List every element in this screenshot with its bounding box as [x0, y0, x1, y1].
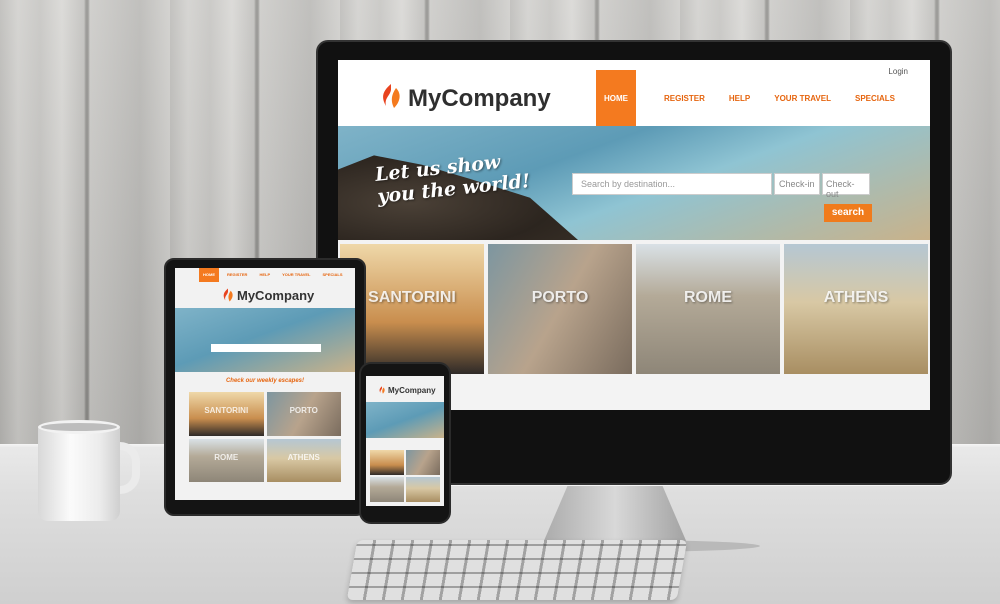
- checkout-field[interactable]: Check-out: [822, 173, 870, 199]
- flame-logo-icon: [223, 288, 233, 302]
- brand-name[interactable]: MyCompany: [408, 85, 551, 113]
- nav-home[interactable]: HOME: [596, 70, 636, 126]
- keyboard: [346, 540, 688, 600]
- tablet-nav-home[interactable]: HOME: [199, 268, 219, 282]
- destination-search-input[interactable]: Search by destination...: [572, 173, 772, 195]
- mug-rim: [38, 420, 120, 434]
- desktop-screen: MyCompany Login HOME REGISTER HELP YOUR …: [338, 60, 930, 410]
- hero-banner: Let us show you the world! Search by des…: [338, 126, 930, 240]
- phone-city-rome[interactable]: [370, 477, 404, 502]
- checkin-field[interactable]: Check-in: [774, 173, 820, 195]
- phone-city-porto[interactable]: [406, 450, 440, 475]
- nav-your-travel[interactable]: YOUR TRAVEL: [762, 70, 843, 126]
- city-label: ROME: [214, 452, 239, 462]
- tablet-brand-name[interactable]: MyCompany: [237, 288, 314, 303]
- city-label: PORTO: [289, 406, 318, 415]
- tablet-city-grid: SANTORINI PORTO ROME ATHENS: [189, 392, 341, 482]
- tablet-search-input[interactable]: [211, 344, 321, 352]
- city-card-porto[interactable]: PORTO: [488, 244, 632, 374]
- tablet-navbar: HOME REGISTER HELP YOUR TRAVEL SPECIALS: [175, 268, 355, 282]
- nav-specials[interactable]: SPECIALS: [843, 70, 907, 126]
- city-card-athens[interactable]: ATHENS: [784, 244, 928, 374]
- main-nav: HOME REGISTER HELP YOUR TRAVEL SPECIALS: [596, 70, 907, 126]
- tablet-city-santorini[interactable]: SANTORINI: [189, 392, 264, 436]
- phone-brand-name[interactable]: MyCompany: [388, 386, 436, 395]
- tablet-section-title: Check our weekly escapes!: [225, 378, 305, 384]
- phone-city-athens[interactable]: [406, 477, 440, 502]
- tablet-city-porto[interactable]: PORTO: [266, 392, 341, 436]
- desktop-navbar: MyCompany Login HOME REGISTER HELP YOUR …: [338, 60, 930, 126]
- nav-help[interactable]: HELP: [717, 70, 762, 126]
- flame-logo-icon: [379, 386, 385, 394]
- phone-hero: [366, 402, 444, 438]
- tablet-city-athens[interactable]: ATHENS: [266, 438, 341, 482]
- nav-register[interactable]: REGISTER: [652, 70, 717, 126]
- city-label: ATHENS: [287, 452, 320, 462]
- tablet-screen: HOME REGISTER HELP YOUR TRAVEL SPECIALS …: [175, 268, 355, 500]
- city-label: PORTO: [531, 289, 589, 306]
- tablet-nav-help[interactable]: HELP: [255, 268, 274, 282]
- city-label: SANTORINI: [204, 406, 249, 415]
- phone-city-santorini[interactable]: [370, 450, 404, 475]
- tablet-hero: [175, 308, 355, 372]
- city-gallery: SANTORINI PORTO ROME ATHENS: [338, 244, 930, 374]
- city-label: ROME: [684, 289, 732, 306]
- phone-city-grid: [370, 450, 440, 502]
- tablet-city-rome[interactable]: ROME: [189, 438, 264, 482]
- tablet-nav-specials[interactable]: SPECIALS: [319, 268, 347, 282]
- phone-screen: MyCompany: [366, 376, 444, 506]
- tablet-nav-your-travel[interactable]: YOUR TRAVEL: [278, 268, 314, 282]
- city-label: ATHENS: [823, 289, 889, 306]
- city-card-rome[interactable]: ROME: [636, 244, 780, 374]
- coffee-mug: [38, 425, 120, 521]
- tablet-nav-register[interactable]: REGISTER: [223, 268, 251, 282]
- search-button[interactable]: search: [824, 204, 872, 222]
- flame-logo-icon[interactable]: [378, 82, 404, 110]
